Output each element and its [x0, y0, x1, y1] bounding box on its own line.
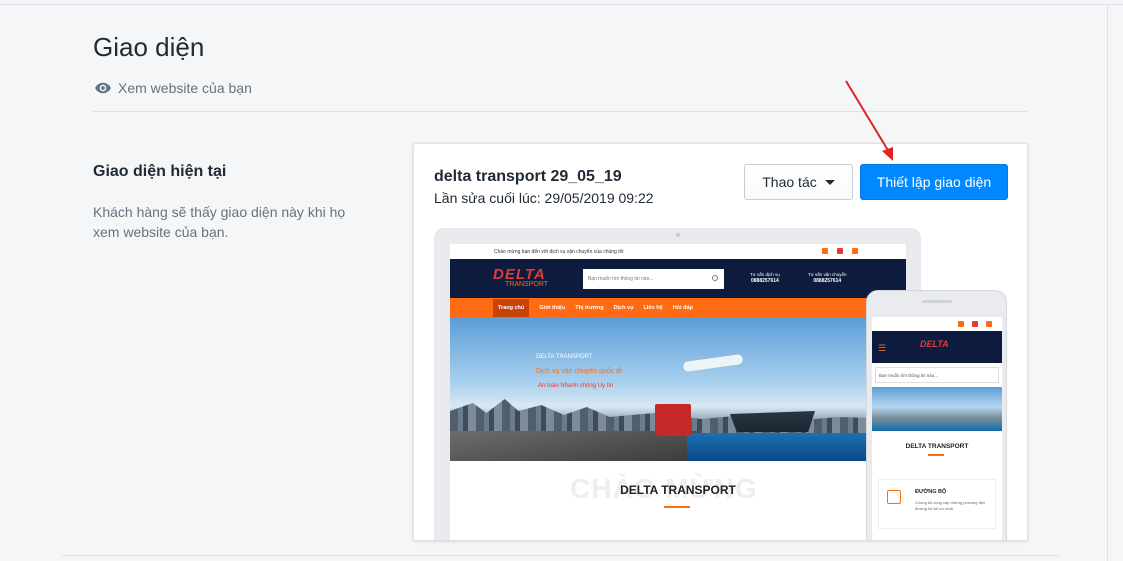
header-divider [93, 111, 1027, 112]
mobile-social-icons [958, 321, 992, 327]
search-icon [712, 275, 718, 281]
facebook-icon [986, 321, 992, 327]
mobile-section-title: DELTA TRANSPORT [905, 443, 969, 450]
mobile-card-title: ĐƯỜNG BỘ [915, 489, 947, 495]
desktop-preview-screen: Chào mừng bạn đến với dịch vụ vận chuyển… [450, 244, 906, 540]
setup-theme-button[interactable]: Thiết lập giao diện [860, 164, 1008, 200]
right-border [1107, 4, 1108, 561]
preview-hotline-2: Tư vấn vận chuyển 0888257614 [808, 271, 847, 285]
camera-dot [676, 233, 680, 237]
annotation-arrow-shaft [845, 80, 890, 153]
welcome-underline [664, 506, 690, 508]
hotline-2-label: Tư vấn vận chuyển [808, 272, 847, 277]
welcome-title: DELTA TRANSPORT [620, 483, 736, 497]
theme-name: delta transport 29_05_19 [434, 168, 622, 185]
view-website-label[interactable]: Xem website của bạn [118, 80, 252, 96]
section-description: Khách hàng sẽ thấy giao diện này khi họ … [93, 204, 346, 240]
hero-tagline: Dịch vụ vận chuyển quốc tế [536, 368, 622, 375]
mobile-preview-screen: ☰ DELTA Bạn muốn tìm thông tin nào... DE… [872, 317, 1002, 540]
preview-header: DELTA TRANSPORT Bạn muốn tìm thông tin n… [450, 259, 906, 298]
instagram-icon [822, 248, 828, 254]
preview-logo: DELTA TRANSPORT [493, 266, 548, 288]
caret-down-icon [824, 179, 835, 185]
facebook-icon [852, 248, 858, 254]
hotline-1-label: Tư vấn dịch vụ [750, 272, 780, 277]
mobile-search-placeholder: Bạn muốn tìm thông tin nào... [879, 373, 939, 378]
preview-logo-sub: TRANSPORT [505, 281, 549, 288]
preview-topbar: Chào mừng bạn đến với dịch vụ vận chuyển… [450, 244, 906, 259]
preview-welcome-section: CHÀO MỪNG DELTA TRANSPORT [450, 461, 906, 525]
preview-hero-banner: DELTA TRANSPORT Dịch vụ vận chuyển quốc … [450, 318, 906, 461]
theme-last-edited: Lần sửa cuối lúc: 29/05/2019 09:22 [434, 190, 654, 206]
section-title: Giao diện hiện tại [93, 163, 227, 180]
eye-icon [95, 82, 111, 94]
youtube-icon [837, 248, 843, 254]
mobile-header: ☰ DELTA [872, 331, 1002, 363]
mobile-logo-text: DELTA [920, 339, 949, 349]
phone-speaker [922, 300, 952, 303]
bottom-divider [62, 555, 1059, 556]
hotline-2-number: 0888257614 [813, 278, 842, 284]
preview-nav-item: Thị trường [575, 305, 604, 311]
mobile-card-desc: Chúng tôi cung cấp những phương tiện đườ… [915, 500, 986, 511]
instagram-icon [958, 321, 964, 327]
actions-dropdown-button[interactable]: Thao tác [744, 164, 853, 200]
page-title: Giao diện [93, 32, 205, 62]
preview-nav-item: Trang chủ [493, 299, 530, 317]
desktop-preview-frame: Chào mừng bạn đến với dịch vụ vận chuyển… [434, 228, 921, 540]
preview-search-box: Bạn muốn tìm thông tin nào... [583, 269, 724, 289]
preview-nav: Trang chủ Giới thiệu Thị trường Dịch vụ … [450, 298, 906, 318]
preview-nav-item: Liên hệ [643, 305, 663, 311]
youtube-icon [972, 321, 978, 327]
hero-values: An toàn Nhanh chóng Uy tín [538, 383, 614, 389]
mobile-logo: DELTA [920, 339, 949, 349]
preview-hotline-1: Tư vấn dịch vụ 0888257614 [750, 271, 780, 285]
view-website-link[interactable]: Xem website của bạn [94, 79, 252, 97]
airplane-image [682, 353, 744, 373]
hamburger-menu-icon: ☰ [878, 343, 887, 353]
preview-topbar-text: Chào mừng bạn đến với dịch vụ vận chuyển… [494, 248, 624, 255]
mobile-section-underline [928, 454, 944, 456]
mobile-preview-frame: ☰ DELTA Bạn muốn tìm thông tin nào... DE… [866, 290, 1007, 540]
truck-icon [887, 490, 901, 504]
preview-nav-item: Dịch vụ [613, 305, 634, 311]
cargo-ship-image [730, 411, 815, 432]
top-border [0, 4, 1123, 5]
hero-brand: DELTA TRANSPORT [536, 354, 593, 360]
preview-nav-item: Giới thiệu [539, 305, 566, 311]
mobile-hero-banner [872, 387, 1002, 431]
mobile-section: DELTA TRANSPORT [872, 431, 1002, 467]
mobile-topbar [872, 317, 1002, 331]
current-theme-card: delta transport 29_05_19 Lần sửa cuối lú… [413, 143, 1028, 541]
preview-social-icons [822, 248, 858, 254]
preview-nav-item: Hỏi đáp [672, 305, 693, 311]
preview-search-placeholder: Bạn muốn tìm thông tin nào... [588, 276, 654, 282]
actions-label: Thao tác [762, 174, 817, 190]
mobile-service-card: ĐƯỜNG BỘ Chúng tôi cung cấp những phương… [878, 479, 996, 529]
hotline-1-number: 0888257614 [750, 278, 779, 284]
truck-image [655, 404, 691, 436]
mobile-search-box: Bạn muốn tìm thông tin nào... [875, 367, 999, 383]
